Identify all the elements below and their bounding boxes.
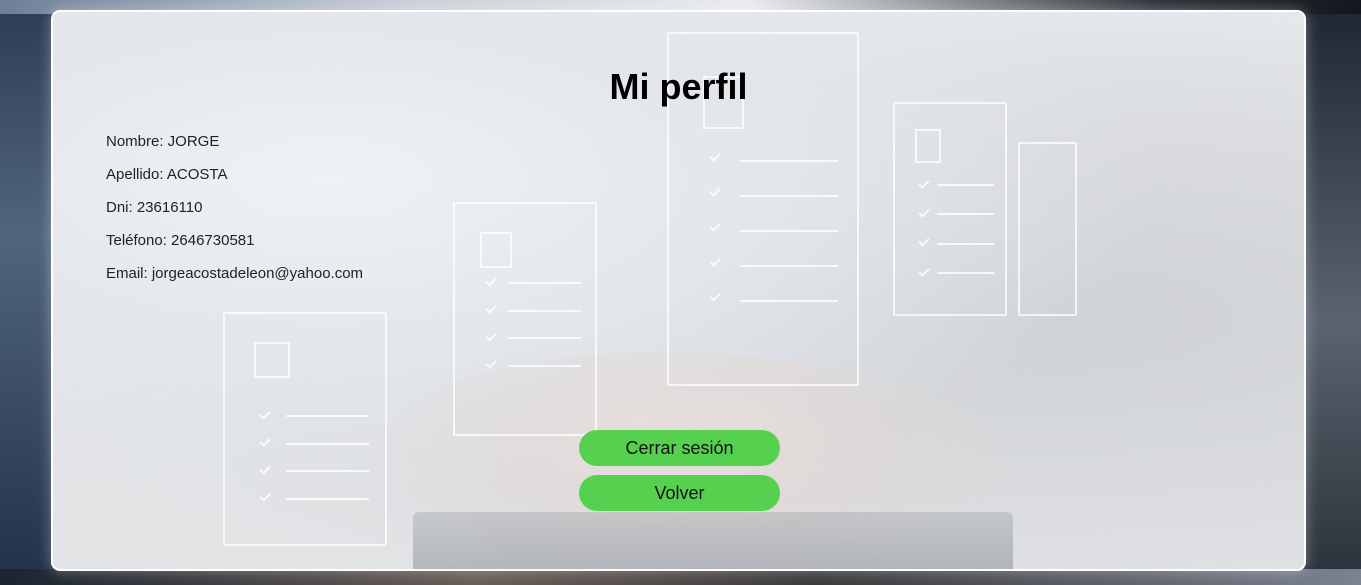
background-photo-right — [1301, 0, 1361, 585]
field-telefono: Teléfono: 2646730581 — [106, 232, 255, 249]
profile-fields-list: Nombre: JORGE Apellido: ACOSTA Dni: 2361… — [106, 133, 363, 298]
field-dni: Dni: 23616110 — [106, 199, 203, 216]
page-title: Mi perfil — [609, 66, 748, 107]
document-illustration-icon — [453, 202, 597, 436]
field-nombre: Nombre: JORGE — [106, 133, 220, 150]
back-button[interactable]: Volver — [579, 475, 780, 511]
document-illustration-icon — [1018, 142, 1077, 316]
field-email: Email: jorgeacostadeleon@yahoo.com — [106, 265, 364, 282]
profile-card: Mi perfil Nombre: JORGE Apellido: ACOSTA… — [51, 10, 1306, 571]
document-illustration-icon — [893, 102, 1007, 316]
background-keyboard-illustration — [413, 512, 1013, 569]
logout-button[interactable]: Cerrar sesión — [579, 430, 780, 466]
background-photo-bottom — [0, 569, 1361, 585]
document-illustration-icon — [223, 312, 387, 546]
field-apellido: Apellido: ACOSTA — [106, 166, 228, 183]
